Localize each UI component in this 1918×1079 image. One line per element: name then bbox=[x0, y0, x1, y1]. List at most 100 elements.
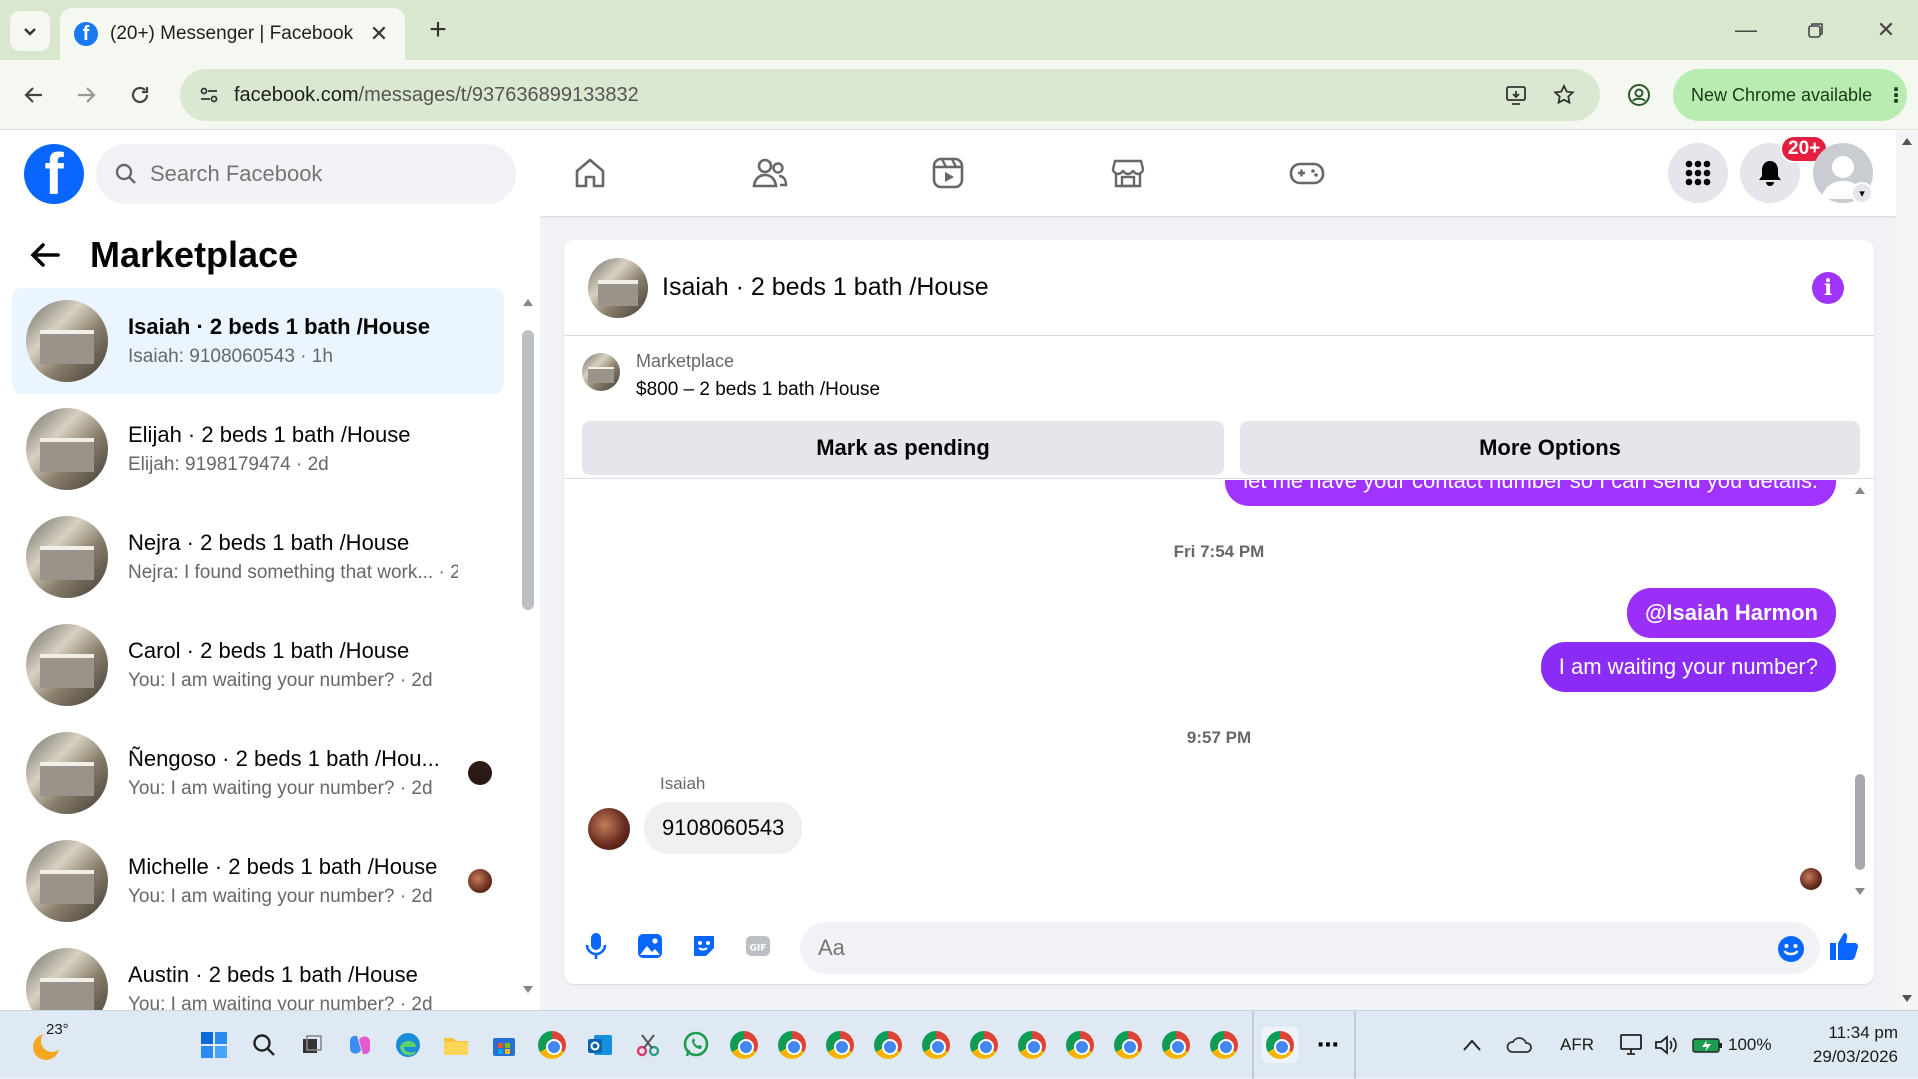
chrome-app[interactable] bbox=[870, 1027, 906, 1063]
listing-title[interactable]: $800 – 2 beds 1 bath /House bbox=[636, 379, 880, 401]
new-chrome-available-button[interactable]: New Chrome available ⋮ bbox=[1673, 69, 1907, 121]
listing-mini-thumbnail[interactable] bbox=[582, 353, 620, 391]
address-bar[interactable]: facebook.com/messages/t/937636899133832 bbox=[180, 69, 1600, 121]
chrome-app-active[interactable] bbox=[1262, 1027, 1298, 1063]
clock-time[interactable]: 11:34 pm bbox=[1808, 1023, 1898, 1043]
scroll-down-icon[interactable] bbox=[522, 984, 534, 996]
conversation-item[interactable]: Carol · 2 beds 1 bath /House You: I am wa… bbox=[12, 612, 504, 718]
voice-clip-button[interactable] bbox=[578, 928, 614, 964]
message-scrollbar[interactable] bbox=[1854, 484, 1866, 904]
chrome-app[interactable] bbox=[918, 1027, 954, 1063]
info-icon[interactable]: i bbox=[1812, 272, 1844, 304]
tab-close-icon[interactable]: ✕ bbox=[367, 21, 391, 46]
sender-avatar[interactable] bbox=[588, 808, 630, 850]
nav-home[interactable] bbox=[530, 140, 650, 206]
search-input[interactable] bbox=[150, 161, 470, 187]
sticker-button[interactable] bbox=[686, 928, 722, 964]
whatsapp-app[interactable] bbox=[678, 1027, 714, 1063]
edge-app[interactable] bbox=[390, 1027, 426, 1063]
scroll-up-icon[interactable] bbox=[522, 296, 534, 308]
conversation-item[interactable]: Ñengoso · 2 beds 1 bath /Hou... You: I am… bbox=[12, 720, 504, 826]
browser-tab-active[interactable]: f (20+) Messenger | Facebook ✕ bbox=[60, 8, 405, 60]
scroll-down-icon[interactable] bbox=[1901, 994, 1913, 1004]
emoji-icon[interactable] bbox=[1776, 934, 1806, 964]
close-window-icon[interactable]: ✕ bbox=[1866, 12, 1906, 48]
file-explorer-app[interactable] bbox=[438, 1027, 474, 1063]
incoming-message[interactable]: 9108060543 bbox=[644, 802, 803, 854]
mention-message[interactable]: @Isaiah Harmon bbox=[1626, 588, 1836, 638]
start-button[interactable] bbox=[196, 1027, 232, 1063]
mark-as-pending-button[interactable]: Mark as pending bbox=[582, 421, 1224, 475]
more-options-button[interactable]: More Options bbox=[1240, 421, 1860, 475]
input-language[interactable]: AFR bbox=[1560, 1035, 1594, 1055]
chrome-app[interactable] bbox=[1014, 1027, 1050, 1063]
minimize-icon[interactable]: — bbox=[1726, 12, 1766, 48]
chrome-app[interactable] bbox=[1206, 1027, 1242, 1063]
tab-search-button[interactable] bbox=[10, 11, 50, 51]
site-info-icon[interactable] bbox=[198, 84, 220, 106]
install-app-icon[interactable] bbox=[1500, 79, 1532, 111]
outgoing-message[interactable]: I am waiting your number? bbox=[1540, 642, 1836, 692]
restore-icon[interactable] bbox=[1796, 12, 1836, 48]
chrome-app[interactable] bbox=[1158, 1027, 1194, 1063]
more-apps-button[interactable]: ⋯ bbox=[1310, 1027, 1346, 1063]
message-input[interactable] bbox=[818, 935, 1718, 961]
new-tab-button[interactable]: + bbox=[420, 12, 456, 48]
store-app[interactable] bbox=[486, 1027, 522, 1063]
nav-video[interactable] bbox=[888, 140, 1008, 206]
conversation-item[interactable]: Isaiah · 2 beds 1 bath /House Isaiah: 910… bbox=[12, 288, 504, 394]
conversation-item[interactable]: Nejra · 2 beds 1 bath /House Nejra: I fou… bbox=[12, 504, 504, 610]
conversation-item[interactable]: Elijah · 2 beds 1 bath /House Elijah: 919… bbox=[12, 396, 504, 502]
browser-tab-strip: f (20+) Messenger | Facebook ✕ + — ✕ bbox=[0, 0, 1918, 60]
chrome-app[interactable] bbox=[1110, 1027, 1146, 1063]
facebook-logo[interactable]: f bbox=[24, 144, 84, 204]
forward-button[interactable] bbox=[64, 73, 108, 117]
chat-listing-thumbnail[interactable] bbox=[588, 257, 648, 318]
scroll-up-icon[interactable] bbox=[1901, 136, 1913, 146]
bookmark-star-icon[interactable] bbox=[1548, 79, 1580, 111]
onedrive-button[interactable] bbox=[1502, 1027, 1538, 1063]
outgoing-message[interactable]: let me have your contact number so I can… bbox=[1225, 480, 1836, 506]
battery-button[interactable] bbox=[1690, 1027, 1726, 1063]
chrome-app[interactable] bbox=[726, 1027, 762, 1063]
outlook-app[interactable] bbox=[582, 1027, 618, 1063]
network-button[interactable] bbox=[1614, 1027, 1650, 1063]
chrome-app[interactable] bbox=[822, 1027, 858, 1063]
snipping-tool-app[interactable] bbox=[630, 1027, 666, 1063]
taskbar-search-button[interactable] bbox=[246, 1027, 282, 1063]
conversation-item[interactable]: Michelle · 2 beds 1 bath /House You: I am… bbox=[12, 828, 504, 934]
clock-date[interactable]: 29/03/2026 bbox=[1798, 1047, 1898, 1067]
page-scrollbar[interactable] bbox=[1896, 130, 1918, 1010]
copilot-app[interactable] bbox=[342, 1027, 378, 1063]
show-hidden-icons-button[interactable] bbox=[1454, 1027, 1490, 1063]
scrollbar-thumb[interactable] bbox=[522, 330, 534, 610]
chat-title[interactable]: Isaiah · 2 beds 1 bath /House bbox=[662, 273, 989, 302]
conversation-item[interactable]: Austin · 2 beds 1 bath /House You: I am w… bbox=[12, 936, 504, 1010]
gif-button[interactable]: GIF bbox=[740, 928, 776, 964]
video-icon bbox=[932, 157, 964, 189]
nav-marketplace[interactable] bbox=[1068, 140, 1188, 206]
scroll-up-icon[interactable] bbox=[1854, 484, 1866, 496]
sidebar-scrollbar[interactable] bbox=[522, 296, 534, 996]
menu-button[interactable] bbox=[1668, 143, 1728, 203]
attach-photo-button[interactable] bbox=[632, 928, 668, 964]
volume-button[interactable] bbox=[1648, 1027, 1684, 1063]
nav-friends[interactable] bbox=[710, 140, 830, 206]
back-button[interactable] bbox=[12, 73, 56, 117]
chrome-app[interactable] bbox=[1062, 1027, 1098, 1063]
back-arrow-icon[interactable] bbox=[28, 238, 62, 272]
chrome-app[interactable] bbox=[774, 1027, 810, 1063]
task-view-button[interactable] bbox=[294, 1027, 330, 1063]
reload-button[interactable] bbox=[118, 73, 162, 117]
send-like-button[interactable] bbox=[1824, 928, 1864, 964]
message-input-box[interactable] bbox=[800, 922, 1820, 974]
scrollbar-thumb[interactable] bbox=[1855, 774, 1865, 870]
chrome-app[interactable] bbox=[534, 1027, 570, 1063]
nav-gaming[interactable] bbox=[1247, 140, 1367, 206]
facebook-search[interactable] bbox=[96, 144, 516, 204]
account-caret-icon[interactable]: ▾ bbox=[1851, 182, 1873, 204]
scroll-down-icon[interactable] bbox=[1854, 886, 1866, 898]
chrome-app[interactable] bbox=[966, 1027, 1002, 1063]
profile-button[interactable] bbox=[1617, 73, 1661, 117]
windows-logo-icon bbox=[201, 1032, 227, 1058]
